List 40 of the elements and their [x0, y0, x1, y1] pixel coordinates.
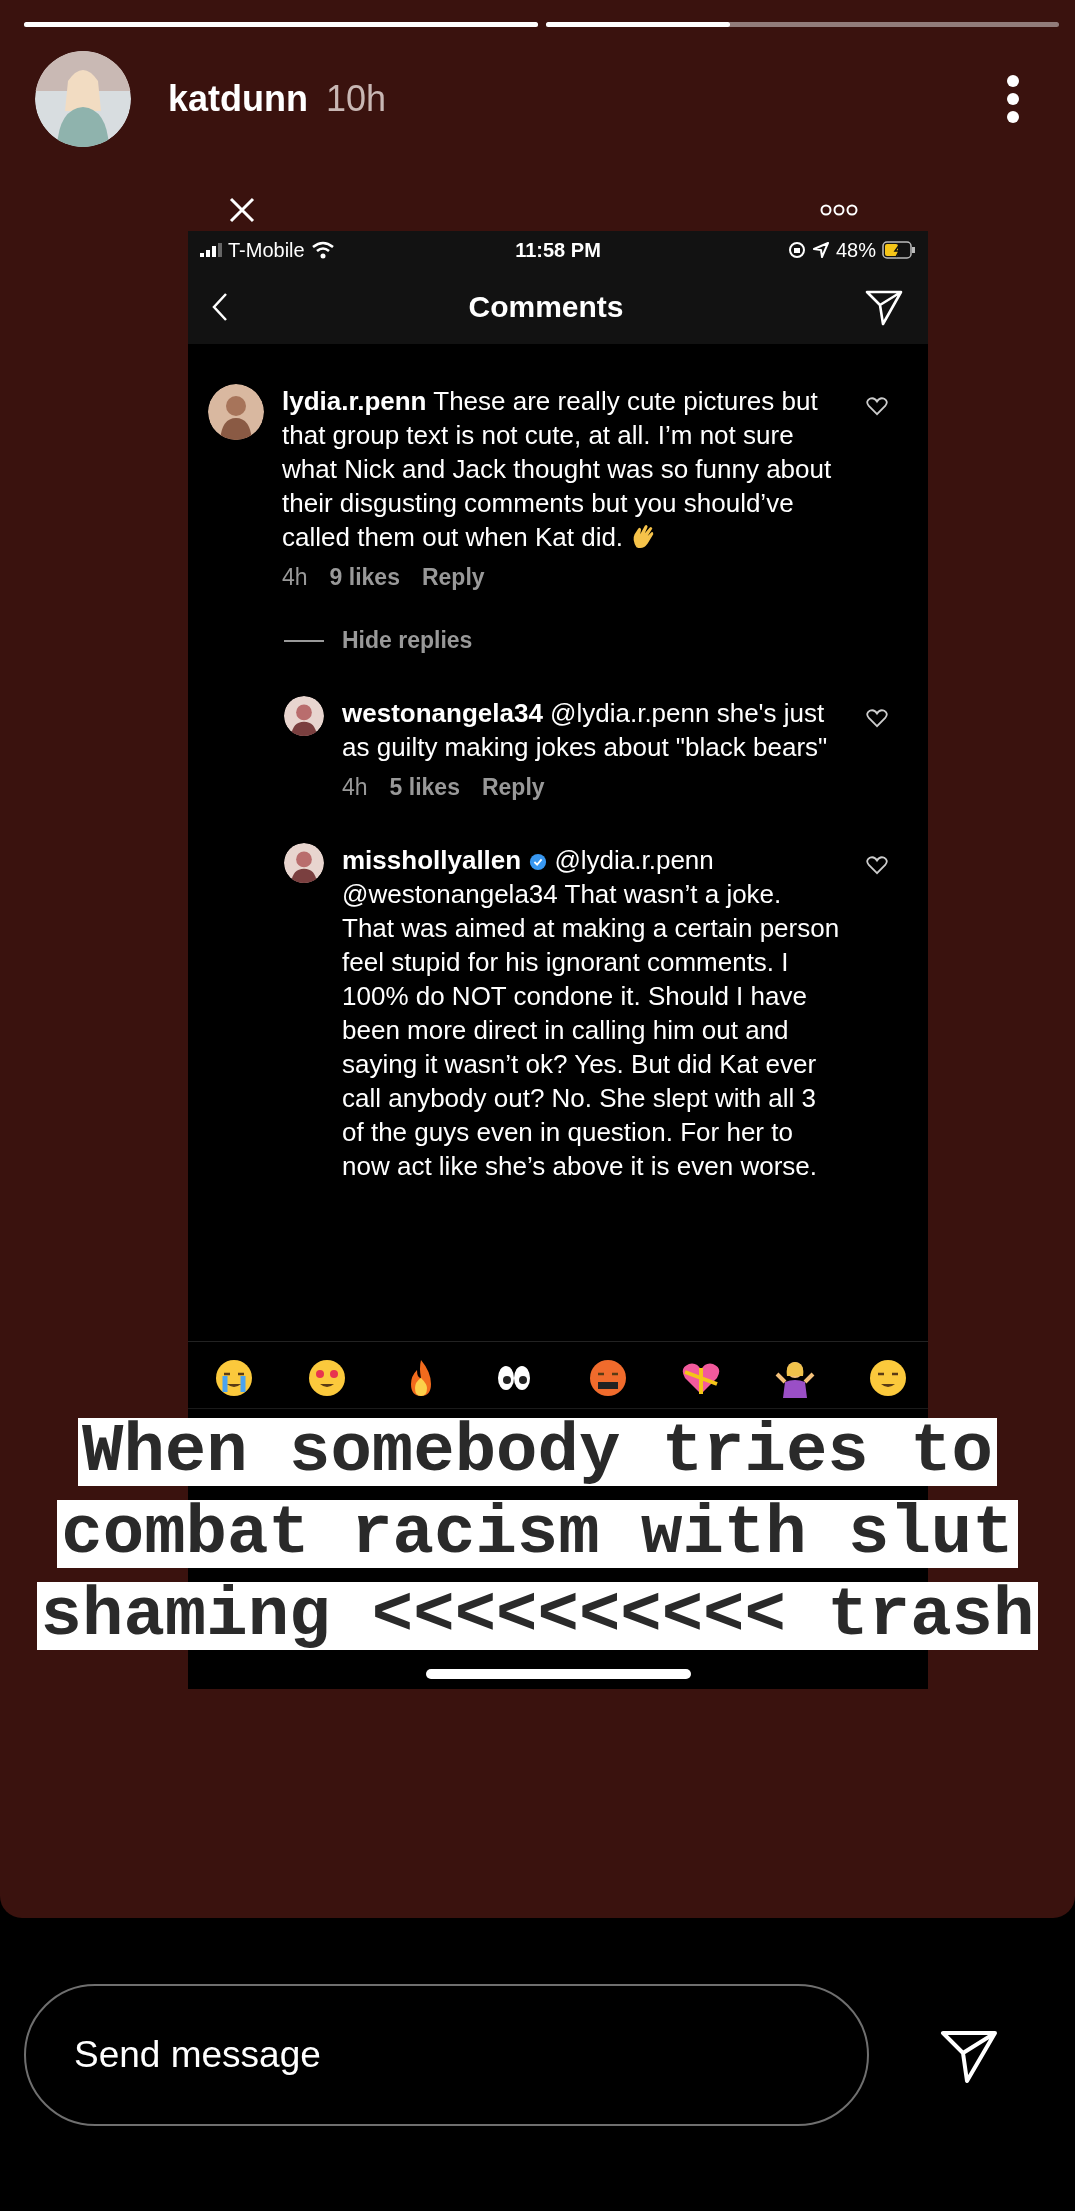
rotation-lock-icon: [787, 241, 806, 259]
avatar[interactable]: [208, 384, 264, 440]
hide-replies-link[interactable]: Hide replies: [342, 627, 473, 654]
comment-text: westonangela34 @lydia.r.penn she's just as guilty making jokes about "black bears": [342, 697, 829, 764]
location-arrow-icon: [811, 241, 830, 259]
wifi-icon: [310, 241, 335, 259]
clock: 11:58 PM: [515, 238, 601, 262]
avatar[interactable]: [35, 51, 131, 147]
emoji-face-icon[interactable]: [587, 1358, 628, 1398]
emoji-face-icon[interactable]: [307, 1358, 348, 1398]
reply-link[interactable]: Reply: [481, 774, 545, 801]
comment-time: 4h: [342, 774, 368, 801]
heart-icon[interactable]: [866, 708, 888, 728]
caption-text: combat racism with slut: [57, 1500, 1018, 1568]
message-field[interactable]: Send message: [24, 1983, 869, 2126]
comment-time: 4h: [282, 564, 308, 591]
comment-text: misshollyallen @lydia.r.penn @westonangela34 That wasn’t a joke. That was aimed at making a certain person feel stupid for his ignorant comments. I 100% do NOT condone it. Should I have been more direct in calling him out and saying it wasn’t ok? Yes. But did Kat ever call anybody out? No. She slept with all 3 of the guys even in question. For her to now act like she’s above it is even worse.: [342, 844, 840, 1183]
caption-text: shaming <<<<<<<<<< trash: [36, 1582, 1039, 1650]
close-icon[interactable]: [227, 196, 256, 224]
screen-title: Comments: [468, 289, 624, 324]
avatar[interactable]: [284, 696, 324, 736]
heart-icon[interactable]: [866, 396, 888, 416]
back-icon[interactable]: [212, 291, 228, 322]
avatar[interactable]: [284, 843, 324, 883]
post-time: 10h: [326, 78, 387, 120]
reply-link[interactable]: Reply: [421, 564, 485, 591]
likes-count[interactable]: 9 likes: [329, 564, 400, 591]
signal-icon: [200, 243, 222, 257]
more-options-icon[interactable]: [1006, 74, 1020, 124]
likes-count[interactable]: 5 likes: [389, 774, 460, 801]
battery-icon: [882, 241, 916, 259]
heart-icon[interactable]: [866, 855, 888, 875]
username[interactable]: katdunn: [168, 78, 308, 120]
battery-percent: 48%: [835, 238, 876, 262]
emoji-face-icon[interactable]: [867, 1358, 908, 1398]
caption-text: When somebody tries to: [78, 1418, 997, 1486]
emoji-face-icon[interactable]: [214, 1358, 254, 1398]
more-options-icon[interactable]: [819, 204, 858, 216]
comment-text: lydia.r.penn These are really cute pictures but that group text is not cute, at all. I’m not sure what Nick and Jack thought was so funny about their disgusting comments but you should’ve called them out when Kat did.: [282, 385, 833, 554]
carrier-name: T-Mobile: [228, 238, 305, 262]
